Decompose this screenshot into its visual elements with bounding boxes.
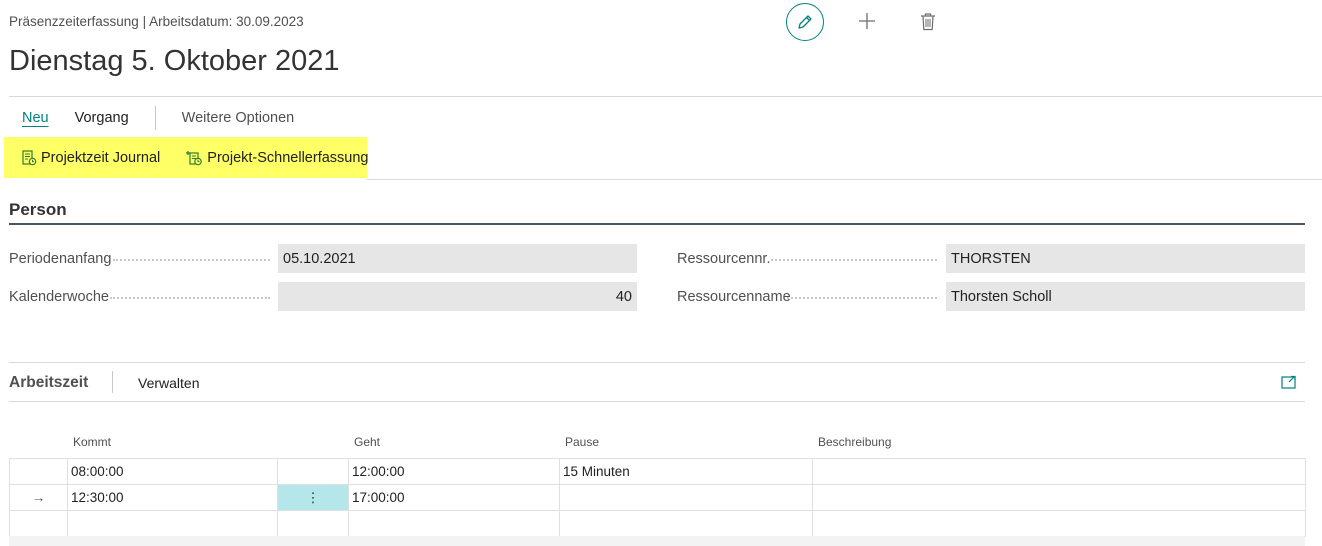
quick-entry-icon: [186, 150, 203, 165]
section-underline: [9, 223, 1305, 225]
table-row[interactable]: [9, 510, 1306, 537]
field-label-ressourcennr: Ressourcennr.: [677, 251, 771, 267]
field-label-periodenanfang: Periodenanfang: [9, 251, 112, 267]
field-label-ressourcenname: Ressourcenname: [677, 289, 791, 305]
cell-pause[interactable]: 15 Minuten: [559, 458, 813, 485]
cell-beschreibung[interactable]: [812, 510, 1306, 537]
more-options-button[interactable]: Weitere Optionen: [169, 110, 308, 126]
delete-button[interactable]: [918, 10, 938, 32]
edit-button[interactable]: [786, 3, 824, 41]
page-title: Dienstag 5. Oktober 2021: [9, 45, 340, 77]
current-row-arrow-icon: →: [9, 484, 68, 511]
cell-geht[interactable]: 12:00:00: [348, 458, 560, 485]
actions-divider: [367, 179, 1322, 180]
label-dots: [113, 259, 270, 261]
column-header-geht[interactable]: Geht: [354, 435, 380, 449]
verwalten-button[interactable]: Verwalten: [138, 375, 199, 391]
cell-geht[interactable]: [348, 510, 560, 537]
projektzeit-journal-label: Projektzeit Journal: [41, 149, 161, 166]
arbeitszeit-grid: 08:00:00 12:00:00 15 Minuten → 12:30:00 …: [9, 458, 1306, 537]
breadcrumb: Präsenzzeiterfassung | Arbeitsdatum: 30.…: [9, 14, 304, 29]
part-separator: [112, 371, 113, 393]
part-title-arbeitszeit[interactable]: Arbeitszeit: [9, 374, 88, 392]
label-dots: [110, 297, 270, 299]
tab-neu[interactable]: Neu: [9, 110, 62, 126]
row-indicator: [9, 510, 68, 537]
field-periodenanfang[interactable]: 05.10.2021: [278, 244, 637, 273]
pencil-icon: [798, 15, 812, 29]
expand-button[interactable]: [1280, 374, 1298, 390]
new-button[interactable]: [856, 10, 878, 32]
column-header-pause[interactable]: Pause: [565, 435, 599, 449]
part-bottom-divider: [9, 401, 1305, 402]
trash-icon: [921, 12, 935, 30]
projekt-schnellerfassung-label: Projekt-Schnellerfassung: [207, 149, 369, 166]
section-title-person[interactable]: Person: [9, 200, 67, 220]
column-header-kommt[interactable]: Kommt: [73, 435, 111, 449]
cell-pause[interactable]: [559, 510, 813, 537]
header-divider: [9, 96, 1322, 97]
row-menu-button[interactable]: ⋮: [277, 484, 349, 511]
field-ressourcenname[interactable]: Thorsten Scholl: [946, 282, 1305, 311]
label-dots: [787, 297, 937, 299]
tab-vorgang[interactable]: Vorgang: [62, 110, 142, 126]
column-header-beschreibung[interactable]: Beschreibung: [818, 435, 891, 449]
promoted-actions-highlight: Projektzeit Journal Projekt-Schnellerfas…: [4, 137, 368, 178]
row-menu-cell[interactable]: [277, 458, 349, 485]
plus-icon: [859, 13, 875, 29]
part-top-divider: [9, 362, 1305, 363]
cell-beschreibung[interactable]: [812, 458, 1306, 485]
cell-kommt[interactable]: [67, 510, 278, 537]
label-dots: [771, 259, 937, 261]
action-separator: [154, 106, 156, 130]
cell-kommt[interactable]: 12:30:00: [67, 484, 278, 511]
field-label-kalenderwoche: Kalenderwoche: [9, 289, 109, 305]
projekt-schnellerfassung-button[interactable]: Projekt-Schnellerfassung: [186, 150, 368, 166]
table-row[interactable]: 08:00:00 12:00:00 15 Minuten: [9, 458, 1306, 485]
journal-icon: [22, 149, 37, 165]
field-ressourcennr[interactable]: THORSTEN: [946, 244, 1305, 273]
open-in-new-window-icon: [1281, 375, 1296, 389]
projektzeit-journal-button[interactable]: Projektzeit Journal: [22, 150, 160, 166]
grid-footer: [9, 536, 1305, 546]
cell-geht[interactable]: 17:00:00: [348, 484, 560, 511]
cell-pause[interactable]: [559, 484, 813, 511]
cell-kommt[interactable]: 08:00:00: [67, 458, 278, 485]
table-row[interactable]: → 12:30:00 ⋮ 17:00:00: [9, 484, 1306, 511]
row-menu-cell[interactable]: [277, 510, 349, 537]
row-indicator: [9, 458, 68, 485]
cell-beschreibung[interactable]: [812, 484, 1306, 511]
action-bar: Neu Vorgang Weitere Optionen: [9, 105, 307, 131]
field-kalenderwoche[interactable]: 40: [278, 282, 637, 311]
